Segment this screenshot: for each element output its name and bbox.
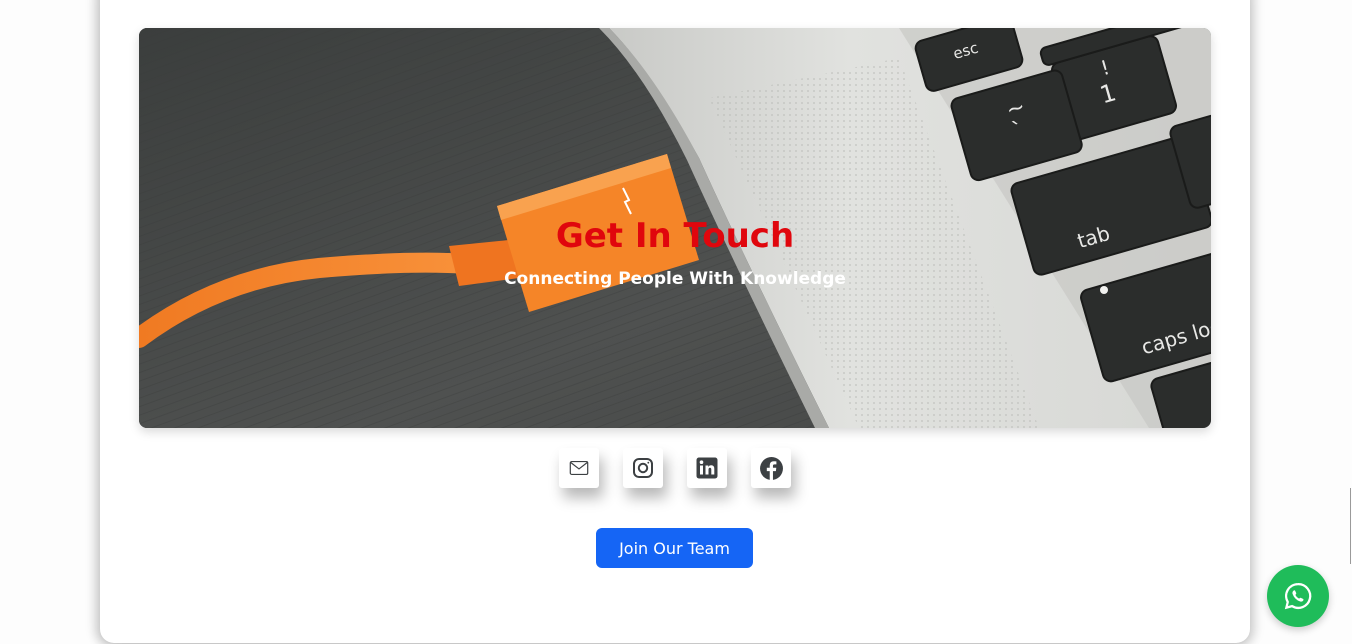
- mail-icon: [569, 460, 589, 476]
- instagram-link[interactable]: [623, 448, 663, 488]
- join-our-team-button[interactable]: Join Our Team: [596, 528, 753, 568]
- linkedin-link[interactable]: [687, 448, 727, 488]
- facebook-icon: [759, 456, 783, 480]
- whatsapp-button[interactable]: [1267, 565, 1329, 627]
- email-link[interactable]: [559, 448, 599, 488]
- hero-subtitle: Connecting People With Knowledge: [504, 269, 846, 289]
- whatsapp-icon: [1284, 582, 1312, 610]
- linkedin-icon: [696, 457, 718, 479]
- page-edge-line: [1350, 488, 1351, 564]
- hero-title: Get In Touch: [555, 216, 795, 256]
- facebook-link[interactable]: [751, 448, 791, 488]
- hero-banner: esc ! 1 ~ ` tab caps lock Get In Touch C…: [139, 28, 1211, 428]
- instagram-icon: [633, 458, 653, 478]
